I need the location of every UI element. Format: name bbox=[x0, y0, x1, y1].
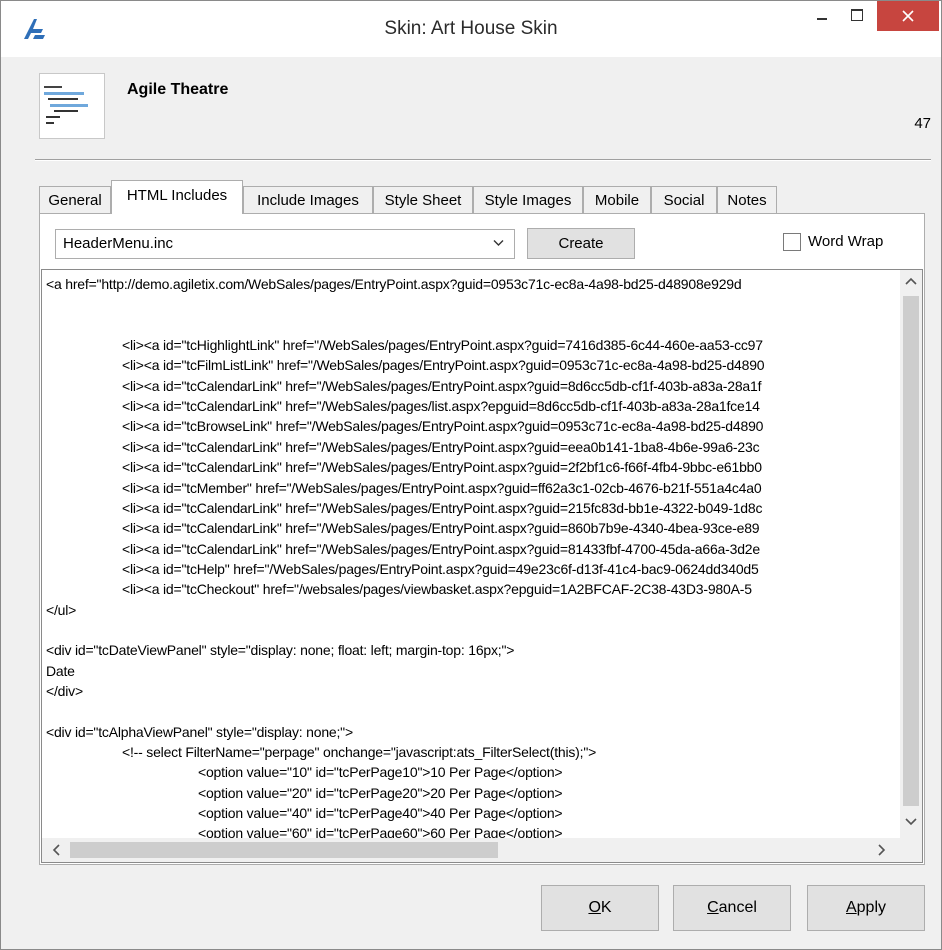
maximize-button[interactable] bbox=[841, 1, 875, 31]
organization-name: Agile Theatre bbox=[127, 81, 229, 98]
tab-style-images[interactable]: Style Images bbox=[473, 186, 583, 213]
code-line: <li><a id="tcMember" href="/WebSales/pag… bbox=[122, 479, 762, 496]
vertical-scrollbar[interactable] bbox=[900, 270, 922, 838]
tab-notes[interactable]: Notes bbox=[717, 186, 777, 213]
scrollbar-corner bbox=[900, 838, 922, 862]
horizontal-scrollbar[interactable] bbox=[42, 838, 900, 862]
word-wrap-checkbox[interactable] bbox=[783, 233, 801, 251]
code-line: Date bbox=[46, 662, 75, 679]
code-line: <option value="10" id="tcPerPage10">10 P… bbox=[198, 764, 563, 781]
code-line: <li><a id="tcFilmListLink" href="/WebSal… bbox=[122, 357, 765, 374]
include-file-select[interactable]: HeaderMenu.inc bbox=[55, 229, 515, 259]
tab-html-includes[interactable]: HTML Includes bbox=[111, 180, 243, 214]
tab-social[interactable]: Social bbox=[651, 186, 717, 213]
horizontal-scroll-thumb[interactable] bbox=[70, 842, 498, 858]
scroll-down-icon[interactable] bbox=[905, 818, 917, 826]
code-line: <li><a id="tcCalendarLink" href="/WebSal… bbox=[122, 459, 762, 476]
cancel-button[interactable]: Cancel bbox=[673, 885, 791, 931]
code-line: <div id="tcAlphaViewPanel" style="displa… bbox=[46, 723, 353, 740]
tab-include-images[interactable]: Include Images bbox=[243, 186, 373, 213]
code-editor[interactable]: <a href="http://demo.agiletix.com/WebSal… bbox=[41, 269, 923, 863]
cancel-button-label: Cancel bbox=[707, 899, 757, 916]
minimize-button[interactable] bbox=[807, 1, 841, 31]
tab-general[interactable]: General bbox=[39, 186, 111, 213]
code-line: <li><a id="tcCalendarLink" href="/WebSal… bbox=[122, 540, 760, 557]
code-line: <li><a id="tcCalendarLink" href="/WebSal… bbox=[122, 398, 760, 415]
code-line: <option value="20" id="tcPerPage20">20 P… bbox=[198, 784, 563, 801]
skin-thumbnail-icon bbox=[39, 73, 105, 139]
code-line: <option value="40" id="tcPerPage40">40 P… bbox=[198, 805, 563, 822]
code-line: <li><a id="tcCalendarLink" href="/WebSal… bbox=[122, 377, 762, 394]
code-line: <li><a id="tcCheckout" href="/websales/p… bbox=[122, 581, 752, 598]
scroll-right-icon[interactable] bbox=[878, 844, 886, 856]
skin-count: 47 bbox=[914, 115, 931, 132]
chevron-down-icon bbox=[493, 240, 504, 246]
skin-dialog: Skin: Art House Skin Agile Theatre 47 Ge… bbox=[0, 0, 942, 950]
word-wrap-label: Word Wrap bbox=[808, 233, 884, 250]
tab-mobile[interactable]: Mobile bbox=[583, 186, 651, 213]
code-line: <a href="http://demo.agiletix.com/WebSal… bbox=[46, 276, 742, 292]
code-line: <li><a id="tcHighlightLink" href="/WebSa… bbox=[122, 337, 763, 354]
code-line: <option value="60" id="tcPerPage60">60 P… bbox=[198, 825, 563, 838]
code-line: <!-- select FilterName="perpage" onchang… bbox=[122, 744, 597, 761]
scroll-up-icon[interactable] bbox=[905, 277, 917, 285]
code-line: <li><a id="tcHelp" href="/WebSales/pages… bbox=[122, 560, 759, 577]
ok-button[interactable]: OK bbox=[541, 885, 659, 931]
title-bar: Skin: Art House Skin bbox=[1, 1, 941, 57]
tab-style-sheet[interactable]: Style Sheet bbox=[373, 186, 473, 213]
window-title: Skin: Art House Skin bbox=[384, 18, 558, 39]
apply-button-label: Apply bbox=[845, 899, 887, 916]
vertical-scroll-thumb[interactable] bbox=[903, 296, 919, 806]
code-text-area[interactable]: <a href="http://demo.agiletix.com/WebSal… bbox=[42, 270, 900, 838]
code-line: <div id="tcDateViewPanel" style="display… bbox=[46, 642, 515, 659]
code-line: </div> bbox=[46, 683, 83, 699]
header-separator bbox=[35, 159, 931, 161]
code-line: <li><a id="tcCalendarLink" href="/WebSal… bbox=[122, 520, 760, 537]
ok-button-label: OK bbox=[588, 899, 612, 916]
close-button[interactable] bbox=[877, 1, 939, 31]
create-button[interactable]: Create bbox=[527, 228, 635, 259]
code-line: <li><a id="tcCalendarLink" href="/WebSal… bbox=[122, 438, 760, 455]
code-line: </ul> bbox=[46, 601, 77, 618]
close-icon bbox=[902, 10, 914, 22]
code-line: <li><a id="tcCalendarLink" href="/WebSal… bbox=[122, 499, 763, 516]
code-line: <li><a id="tcBrowseLink" href="/WebSales… bbox=[122, 418, 764, 435]
scroll-left-icon[interactable] bbox=[52, 844, 60, 856]
include-file-value: HeaderMenu.inc bbox=[63, 235, 174, 252]
apply-button[interactable]: Apply bbox=[807, 885, 925, 931]
